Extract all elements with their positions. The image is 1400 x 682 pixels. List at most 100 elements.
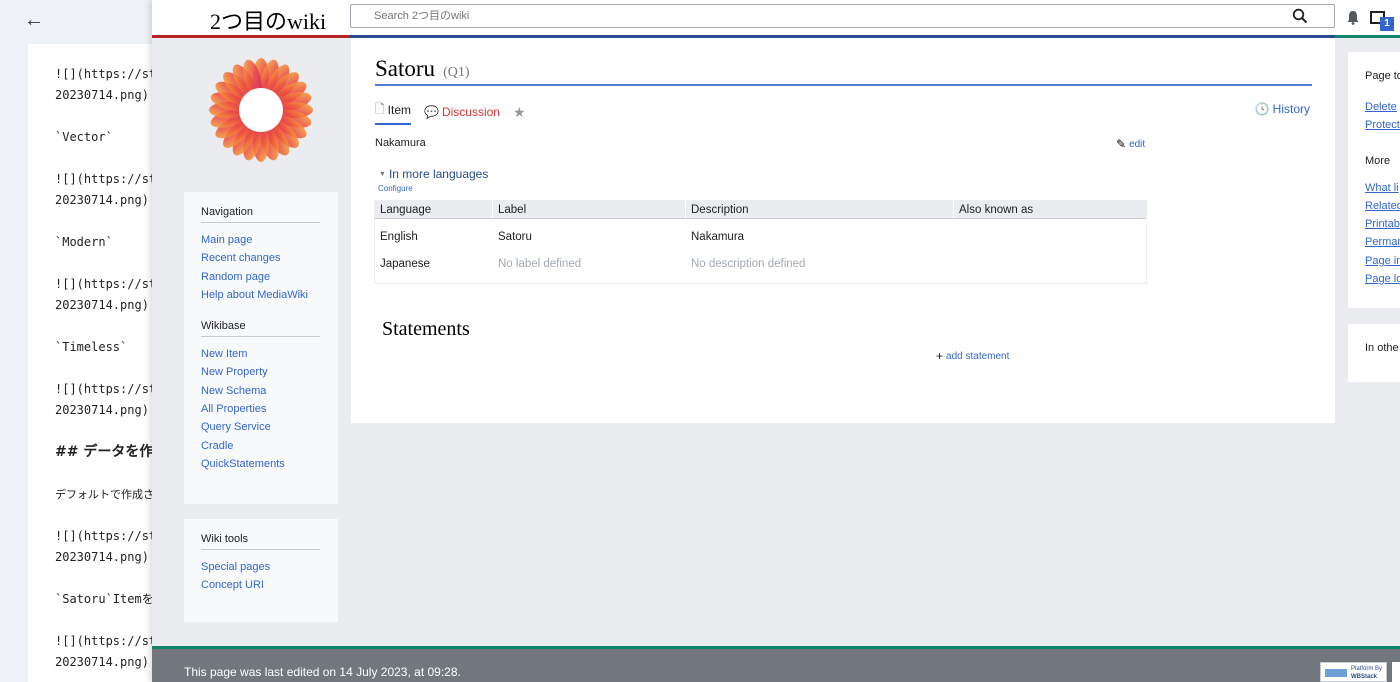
column-header-aliases: Also known as	[959, 204, 1034, 216]
notification-count-badge: 1	[1380, 17, 1394, 31]
editor-line: `Satoru`Itemを作成	[55, 592, 152, 606]
cell-language: English	[375, 224, 493, 251]
navigation-heading: Navigation	[201, 206, 320, 223]
footer: This page was last edited on 14 July 202…	[152, 649, 1400, 682]
star-icon[interactable]: ★	[513, 104, 526, 121]
tool-permanent-link[interactable]: Perman	[1365, 233, 1400, 251]
column-header-description: Description	[686, 201, 954, 218]
item-id: (Q1)	[443, 65, 470, 80]
sidebar-item-new-schema[interactable]: New Schema	[201, 382, 321, 400]
languages-table: Language Label Description Also known as…	[374, 200, 1147, 284]
badge-line-1: Platform By	[1351, 666, 1383, 672]
wiki-panel: 2つ目のwiki 1	[152, 0, 1400, 682]
editor-line: `Timeless`	[55, 340, 128, 354]
editor-blank-line	[55, 505, 152, 526]
tab-history-label: History	[1272, 102, 1310, 116]
tab-item-label: Item	[387, 103, 411, 117]
wiki-logo[interactable]	[209, 58, 313, 162]
wbstack-logo-icon	[1325, 669, 1347, 677]
editor-blank-line	[55, 211, 152, 232]
page-tool-protect[interactable]: Protect	[1365, 116, 1400, 134]
editor-document[interactable]: ![](https://storage 20230714.png) `Vector`…	[28, 44, 152, 682]
sidebar-item-quickstatements[interactable]: QuickStatements	[201, 455, 321, 473]
search-icon[interactable]	[1292, 8, 1308, 24]
tool-related-changes[interactable]: Related	[1365, 197, 1400, 215]
page-title: Satoru (Q1)	[375, 56, 470, 82]
editor-blank-line	[55, 463, 152, 484]
other-projects-heading: In othe	[1365, 342, 1399, 354]
tool-what-links-here[interactable]: What li	[1365, 179, 1400, 197]
edit-button[interactable]: ✎ edit	[1116, 137, 1145, 151]
cell-description: No description defined	[686, 251, 954, 278]
editor-line: ![](https://storage	[55, 172, 152, 186]
sidebar-item-help[interactable]: Help about MediaWiki	[201, 286, 321, 304]
other-projects-panel: In othe	[1348, 324, 1400, 382]
tool-page-log[interactable]: Page lo	[1365, 270, 1400, 288]
editor-line: 20230714.png)	[55, 298, 149, 312]
editor-line: 20230714.png)	[55, 655, 149, 669]
statements-heading: Statements	[382, 318, 470, 340]
tab-item[interactable]: 🗋 Item	[375, 100, 411, 125]
editor-line: ![](https://storage	[55, 277, 152, 291]
configure-link[interactable]: Configure	[378, 184, 413, 193]
sidebar-item-all-properties[interactable]: All Properties	[201, 400, 321, 418]
search-input[interactable]	[351, 5, 1251, 27]
edit-label: edit	[1129, 138, 1146, 150]
editor-line: `Vector`	[55, 130, 113, 144]
tool-printable-version[interactable]: Printab	[1365, 215, 1400, 233]
bell-icon[interactable]	[1346, 10, 1360, 25]
sidebar-item-query-service[interactable]: Query Service	[201, 418, 321, 436]
title-underline	[375, 84, 1312, 86]
wbstack-badge[interactable]: Platform By WBStack	[1320, 662, 1387, 682]
header-stripe-green	[1335, 35, 1400, 38]
sidebar-item-new-property[interactable]: New Property	[201, 363, 321, 381]
header-stripe-red	[152, 35, 350, 38]
editor-blank-line	[55, 568, 152, 589]
back-arrow-icon[interactable]: ←	[24, 9, 44, 32]
sidebar-item-main-page[interactable]: Main page	[201, 231, 321, 249]
badge-line-2: WBStack	[1351, 674, 1378, 680]
site-title[interactable]: 2つ目のwiki	[210, 4, 326, 36]
page-tool-delete[interactable]: Delete	[1365, 98, 1400, 116]
item-description: Nakamura	[375, 137, 426, 149]
cell-language: Japanese	[375, 251, 493, 278]
cell-aliases	[954, 251, 1146, 278]
editor-line: ![](https://storage	[55, 67, 152, 81]
column-header-label: Label	[493, 201, 686, 218]
wiki-tools-heading: Wiki tools	[201, 533, 320, 550]
tab-discussion-label: Discussion	[441, 105, 500, 119]
notices-icon[interactable]: 1	[1370, 9, 1394, 31]
cell-description: Nakamura	[686, 224, 954, 251]
editor-blank-line	[55, 421, 152, 442]
sidebar-item-random-page[interactable]: Random page	[201, 268, 321, 286]
page-icon: 🗋	[375, 101, 385, 116]
table-row: Japanese No label defined No description…	[375, 251, 1146, 278]
more-languages-toggle[interactable]: ▼ In more languages	[379, 167, 488, 181]
main-content: Satoru (Q1) 🗋 Item 💬 Discussion ★ 🕓 Histo…	[351, 38, 1335, 423]
editor-blank-line	[55, 253, 152, 274]
column-header-language: Language	[375, 201, 493, 218]
tab-history[interactable]: 🕓 History	[1255, 102, 1310, 116]
sidebar-item-cradle[interactable]: Cradle	[201, 437, 321, 455]
page-tools-heading: Page to	[1365, 70, 1400, 82]
cell-label: No label defined	[493, 251, 686, 278]
sidebar-item-concept-uri[interactable]: Concept URI	[201, 576, 321, 594]
editor-line: 20230714.png)	[55, 193, 149, 207]
speech-bubble-icon: 💬	[424, 105, 439, 119]
second-footer-badge[interactable]	[1392, 662, 1400, 682]
markdown-editor: ← ![](https://storage 20230714.png) `Vecto…	[0, 0, 152, 682]
editor-blank-line	[55, 106, 152, 127]
editor-blank-line	[55, 358, 152, 379]
add-statement-button[interactable]: + add statement	[936, 349, 1009, 363]
tab-discussion[interactable]: 💬 Discussion	[424, 105, 500, 119]
sidebar-item-special-pages[interactable]: Special pages	[201, 558, 321, 576]
cell-aliases	[954, 224, 1146, 251]
wiki-header: 2つ目のwiki 1	[152, 0, 1400, 35]
tool-page-information[interactable]: Page in	[1365, 252, 1400, 270]
editor-line: ![](https://storage	[55, 634, 152, 648]
sidebar-item-recent-changes[interactable]: Recent changes	[201, 249, 321, 267]
more-heading: More	[1365, 154, 1391, 167]
sidebar-item-new-item[interactable]: New Item	[201, 345, 321, 363]
search-box[interactable]	[350, 4, 1335, 28]
clock-icon: 🕓	[1254, 102, 1270, 116]
